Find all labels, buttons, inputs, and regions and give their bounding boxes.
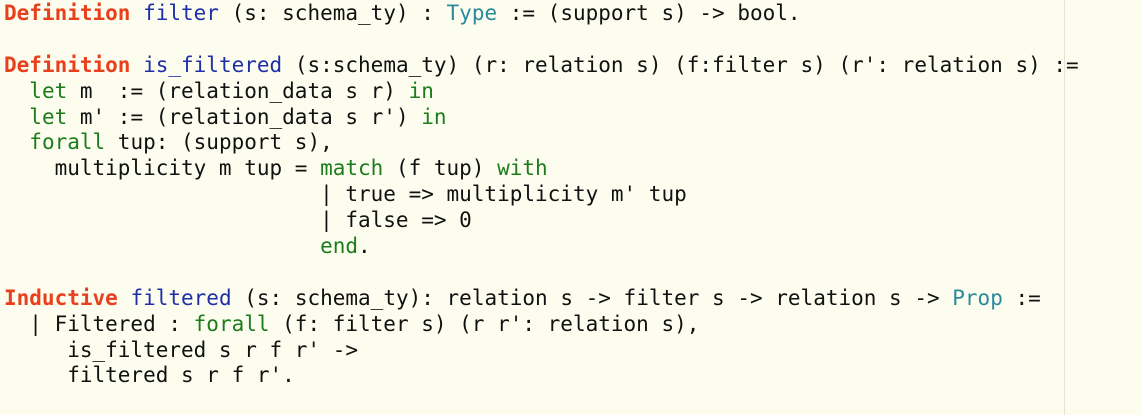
code-token: (f: filter s) (r r': relation s),	[269, 311, 700, 336]
code-token-tac: let	[29, 78, 68, 103]
code-token-kw-def: Inductive	[4, 285, 118, 310]
code-line[interactable]: let m' := (relation_data s r') in	[4, 105, 1079, 131]
code-line[interactable]: end.	[4, 234, 1079, 260]
code-token-tac: forall	[193, 311, 270, 336]
code-line[interactable]: forall tup: (support s),	[4, 130, 1079, 156]
code-token: | true => multiplicity m' tup	[4, 182, 687, 207]
code-token: :=	[1002, 285, 1041, 310]
code-token-tac: in	[421, 104, 447, 129]
code-line[interactable]: | Filtered : forall (f: filter s) (r r':…	[4, 312, 1079, 338]
code-token: := (support s) -> bool.	[497, 1, 801, 25]
code-line[interactable]: Definition is_filtered (s:schema_ty) (r:…	[4, 53, 1079, 79]
code-line[interactable]: is_filtered s r f r' ->	[4, 338, 1079, 364]
code-token-type: Prop	[952, 285, 1003, 310]
code-token: tup: (support s),	[105, 130, 333, 155]
code-token-tac: with	[497, 156, 548, 181]
code-token: (s: schema_ty): relation s -> filter s -…	[231, 285, 953, 310]
code-token: m := (relation_data s r)	[67, 78, 409, 103]
code-line[interactable]: | true => multiplicity m' tup	[4, 182, 1079, 208]
code-token-name: filtered	[130, 285, 232, 310]
code-token-kw-def: Definition	[4, 1, 131, 25]
code-token: | Filtered :	[4, 311, 194, 336]
code-token: .	[358, 234, 371, 259]
code-token: is_filtered s r f r' ->	[4, 337, 359, 362]
code-text-area[interactable]: Definition filter (s: schema_ty) : Type …	[4, 1, 1079, 389]
code-token: (s:schema_ty) (r: relation s) (f:filter …	[282, 52, 1079, 77]
code-token: (s: schema_ty) :	[218, 1, 447, 25]
code-token-name: is_filtered	[143, 52, 283, 77]
code-token-kw-def: Definition	[4, 52, 131, 77]
code-token-tac: let	[29, 104, 68, 129]
code-line[interactable]	[4, 27, 1079, 53]
code-token-tac: match	[320, 156, 384, 181]
code-token-type: Type	[446, 1, 498, 25]
code-line[interactable]: multiplicity m tup = match (f tup) with	[4, 156, 1079, 182]
code-token-tac: in	[408, 78, 434, 103]
code-token: m' := (relation_data s r')	[67, 104, 422, 129]
code-line[interactable]: Definition filter (s: schema_ty) : Type …	[4, 1, 1079, 27]
code-token: multiplicity m tup =	[4, 156, 321, 181]
code-token-tac: end	[320, 234, 359, 259]
code-token: filtered s r f r'.	[4, 363, 295, 388]
code-line[interactable]: Inductive filtered (s: schema_ty): relat…	[4, 286, 1079, 312]
code-line[interactable]	[4, 260, 1079, 286]
code-token: (f tup)	[383, 156, 498, 181]
code-token: | false => 0	[4, 208, 472, 233]
code-token-name: filter	[143, 1, 219, 25]
code-line[interactable]: let m := (relation_data s r) in	[4, 79, 1079, 105]
code-editor[interactable]: Definition filter (s: schema_ty) : Type …	[0, 0, 1142, 415]
code-token-tac: forall	[29, 130, 106, 155]
code-line[interactable]: filtered s r f r'.	[4, 363, 1079, 389]
code-line[interactable]: | false => 0	[4, 208, 1079, 234]
